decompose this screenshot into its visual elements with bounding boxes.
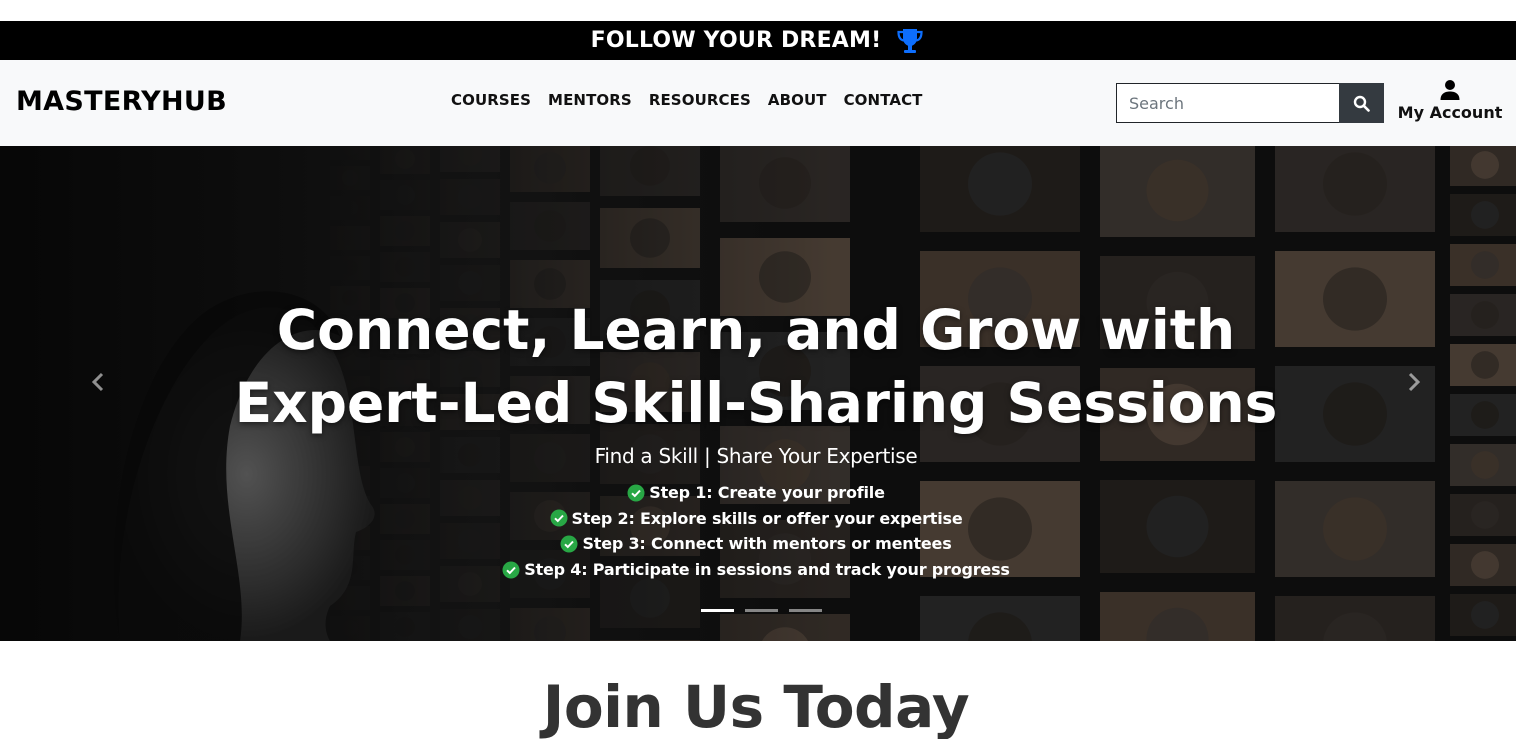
step-text: Step 3: Connect with mentors or mentees <box>582 534 952 554</box>
chevron-right-icon <box>1406 372 1422 392</box>
nav-link-resources[interactable]: RESOURCES <box>649 91 751 109</box>
search-icon <box>1353 95 1370 112</box>
nav-links: COURSES MENTORS RESOURCES ABOUT CONTACT <box>451 91 940 109</box>
nav-link-about[interactable]: ABOUT <box>768 91 827 109</box>
hero-carousel: Connect, Learn, and Grow with Expert-Led… <box>0 146 1516 641</box>
step-item: Step 2: Explore skills or offer your exp… <box>550 506 963 532</box>
carousel-indicator-2[interactable] <box>745 609 778 612</box>
top-spacer <box>0 0 1516 21</box>
carousel-indicator-3[interactable] <box>789 609 822 612</box>
carousel-next-button[interactable] <box>1402 370 1426 394</box>
carousel-indicator-1[interactable] <box>701 609 734 612</box>
hero-subtitle: Find a Skill | Share Your Expertise <box>594 444 918 468</box>
hero-caption: Connect, Learn, and Grow with Expert-Led… <box>0 146 1516 641</box>
my-account-link[interactable]: My Account <box>1397 79 1503 122</box>
check-circle-icon <box>502 561 520 579</box>
nav-link-mentors[interactable]: MENTORS <box>548 91 632 109</box>
promo-banner: FOLLOW YOUR DREAM! <box>0 21 1516 60</box>
step-text: Step 1: Create your profile <box>649 483 885 502</box>
brand-logo[interactable]: MASTERYHUB <box>16 86 227 117</box>
step-item: Step 3: Connect with mentors or mentees <box>560 531 952 557</box>
check-circle-icon <box>627 484 645 502</box>
promo-text: FOLLOW YOUR DREAM! <box>590 28 882 53</box>
check-circle-icon <box>560 535 578 553</box>
carousel-indicators <box>701 609 822 612</box>
nav-link-contact[interactable]: CONTACT <box>844 91 923 109</box>
hero-title-line-1: Connect, Learn, and Grow with <box>276 298 1236 362</box>
chevron-left-icon <box>90 372 106 392</box>
join-section-title: Join Us Today <box>542 673 970 739</box>
check-circle-icon <box>550 509 568 527</box>
search-form <box>1116 83 1384 123</box>
search-input[interactable] <box>1116 83 1339 123</box>
my-account-label: My Account <box>1397 103 1503 122</box>
step-text: Step 4: Participate in sessions and trac… <box>524 559 1010 579</box>
step-item: Step 1: Create your profile <box>627 480 885 506</box>
carousel-prev-button[interactable] <box>86 370 110 394</box>
step-text: Step 2: Explore skills or offer your exp… <box>571 508 963 528</box>
step-item: Step 4: Participate in sessions and trac… <box>502 557 1010 583</box>
trophy-icon <box>895 26 925 56</box>
user-icon <box>1439 79 1461 101</box>
main-navbar: MASTERYHUB COURSES MENTORS RESOURCES ABO… <box>0 60 1516 146</box>
hero-title-line-2: Expert-Led Skill-Sharing Sessions <box>234 371 1278 435</box>
hero-title: Connect, Learn, and Grow with Expert-Led… <box>200 294 1312 440</box>
search-button[interactable] <box>1339 83 1384 123</box>
steps-list: Step 1: Create your profile Step 2: Expl… <box>0 480 1512 582</box>
nav-link-courses[interactable]: COURSES <box>451 91 531 109</box>
